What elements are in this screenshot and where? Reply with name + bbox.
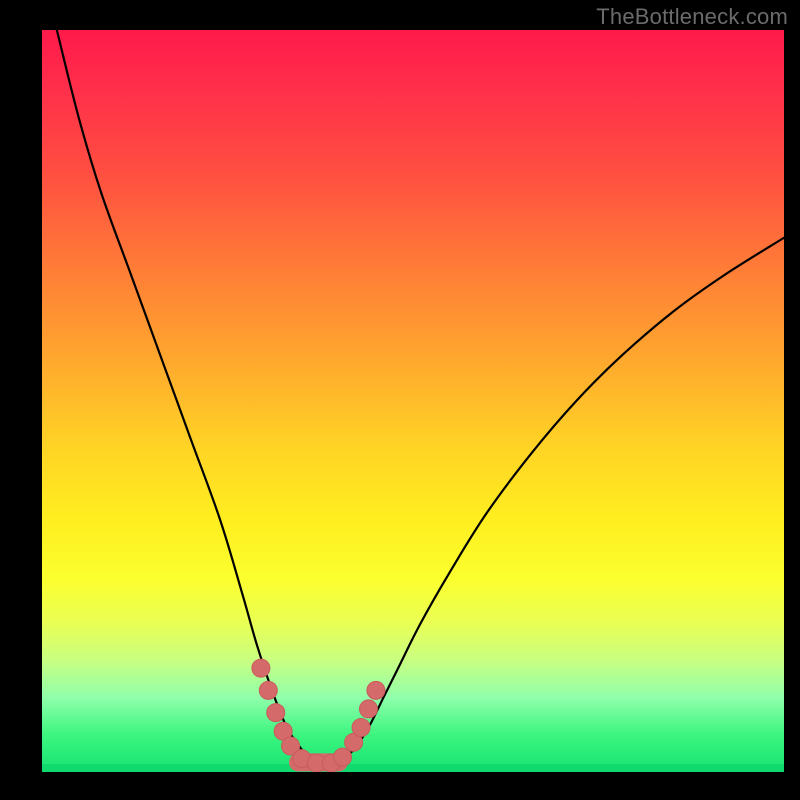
valley-markers	[252, 659, 385, 772]
chart-svg	[42, 30, 784, 772]
valley-marker	[359, 700, 377, 718]
plot-area	[42, 30, 784, 772]
valley-marker	[352, 718, 370, 736]
chart-frame: TheBottleneck.com	[0, 0, 800, 800]
valley-marker	[367, 681, 385, 699]
valley-marker	[252, 659, 270, 677]
valley-marker	[334, 748, 352, 766]
bottleneck-curve	[57, 30, 784, 765]
valley-marker	[267, 704, 285, 722]
watermark-text: TheBottleneck.com	[596, 4, 788, 30]
valley-marker	[259, 681, 277, 699]
